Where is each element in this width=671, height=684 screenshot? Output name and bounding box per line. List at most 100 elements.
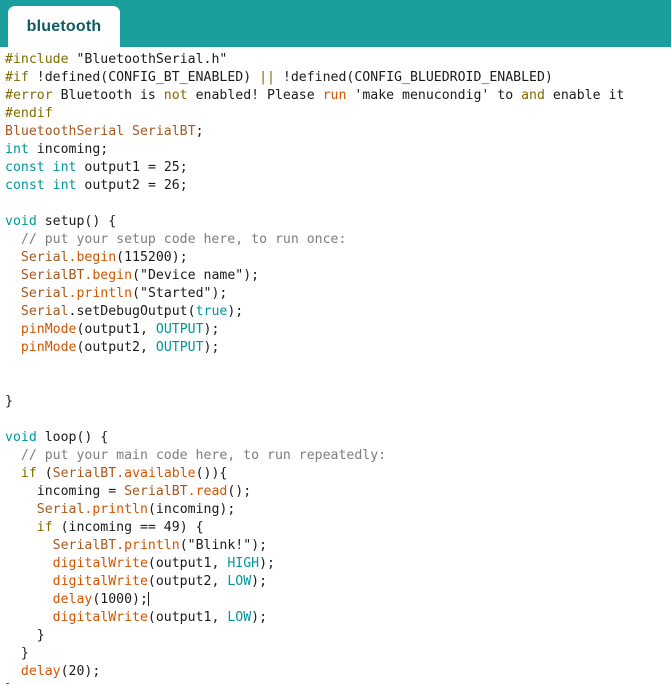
- code-line[interactable]: if (incoming == 49) {: [5, 519, 671, 537]
- code-line[interactable]: pinMode(output2, OUTPUT);: [5, 339, 671, 357]
- code-line[interactable]: BluetoothSerial SerialBT;: [5, 123, 671, 141]
- code-token-type: const: [5, 178, 45, 193]
- code-line[interactable]: [5, 375, 671, 393]
- code-line[interactable]: }: [5, 645, 671, 663]
- code-token-plain: !defined(CONFIG_BT_ENABLED): [28, 70, 260, 85]
- code-line[interactable]: delay(1000);: [5, 591, 671, 609]
- code-line[interactable]: void loop() {: [5, 429, 671, 447]
- code-token-plain: (: [132, 268, 141, 283]
- code-line[interactable]: SerialBT.println("Blink!");: [5, 537, 671, 555]
- code-line[interactable]: // put your setup code here, to run once…: [5, 231, 671, 249]
- code-line[interactable]: }: [5, 627, 671, 645]
- code-token-str: "Device name": [140, 268, 244, 283]
- code-token-plain: incoming;: [28, 142, 109, 157]
- code-line[interactable]: delay(20);: [5, 663, 671, 681]
- code-token-type: OUTPUT: [155, 322, 204, 337]
- tab-bluetooth[interactable]: bluetooth: [8, 6, 120, 47]
- code-token-type: OUTPUT: [155, 340, 204, 355]
- code-token-kw: ||: [259, 70, 275, 85]
- code-token-plain: !defined(CONFIG_BLUEDROID_ENABLED): [274, 70, 553, 85]
- code-token-plain: );: [251, 574, 268, 589]
- code-line[interactable]: #if !defined(CONFIG_BT_ENABLED) || !defi…: [5, 69, 671, 87]
- code-line[interactable]: #endif: [5, 105, 671, 123]
- code-token-plain: );: [243, 268, 260, 283]
- code-line[interactable]: int incoming;: [5, 141, 671, 159]
- code-token-plain: (115200);: [116, 250, 188, 265]
- code-token-type: HIGH: [227, 556, 260, 571]
- code-line[interactable]: [5, 195, 671, 213]
- code-token-fn: delay: [52, 592, 93, 607]
- code-line[interactable]: SerialBT.begin("Device name");: [5, 267, 671, 285]
- code-line[interactable]: [5, 357, 671, 375]
- code-token-fn: digitalWrite: [52, 610, 148, 625]
- code-line[interactable]: // put your main code here, to run repea…: [5, 447, 671, 465]
- code-token-obj: SerialBT: [52, 466, 117, 481]
- code-line[interactable]: [5, 411, 671, 429]
- code-line[interactable]: }: [5, 393, 671, 411]
- code-token-plain: (: [132, 286, 141, 301]
- code-token-type: LOW: [227, 574, 252, 589]
- code-token-fn: delay: [20, 664, 61, 679]
- code-line[interactable]: Serial.println(incoming);: [5, 501, 671, 519]
- code-token-plain: (output1,: [147, 610, 228, 625]
- text-cursor: [147, 592, 149, 606]
- code-token-fn: pinMode: [20, 340, 77, 355]
- code-token-plain: }: [5, 646, 29, 661]
- code-line[interactable]: digitalWrite(output2, LOW);: [5, 573, 671, 591]
- code-token-type: const: [5, 160, 45, 175]
- code-token-fn: .begin: [84, 268, 133, 283]
- code-token-obj: Serial: [20, 286, 69, 301]
- code-line[interactable]: const int output1 = 25;: [5, 159, 671, 177]
- code-token-plain: output2 = 26;: [76, 178, 188, 193]
- code-token-kw: if: [20, 466, 37, 481]
- code-line[interactable]: incoming = SerialBT.read();: [5, 483, 671, 501]
- code-content[interactable]: #include "BluetoothSerial.h" #if !defined…: [0, 51, 671, 684]
- code-line[interactable]: pinMode(output1, OUTPUT);: [5, 321, 671, 339]
- code-line[interactable]: Serial.println("Started");: [5, 285, 671, 303]
- code-line[interactable]: digitalWrite(output1, HIGH);: [5, 555, 671, 573]
- code-line[interactable]: if (SerialBT.available()){: [5, 465, 671, 483]
- code-token-type: int: [52, 178, 77, 193]
- code-token-pre: #endif: [5, 106, 53, 121]
- code-line[interactable]: digitalWrite(output1, LOW);: [5, 609, 671, 627]
- code-token-plain: (: [36, 466, 53, 481]
- code-token-plain: }: [5, 628, 45, 643]
- code-token-plain: (output1,: [147, 556, 228, 571]
- code-line[interactable]: void setup() {: [5, 213, 671, 231]
- code-token-obj: Serial: [20, 250, 69, 265]
- code-token-str: "Blink!": [187, 538, 252, 553]
- code-line[interactable]: const int output2 = 26;: [5, 177, 671, 195]
- code-token-type: int: [52, 160, 77, 175]
- code-token-kw: not: [163, 88, 188, 103]
- code-token-plain: .setDebugOutput(: [68, 304, 196, 319]
- code-token-pre: #if: [5, 70, 29, 85]
- code-token-cmt: // put your main code here, to run repea…: [5, 448, 387, 463]
- code-token-plain: (incoming == 49) {: [52, 520, 204, 535]
- code-token-fn: .println: [116, 538, 180, 553]
- code-line[interactable]: Serial.setDebugOutput(true);: [5, 303, 671, 321]
- code-line[interactable]: #error Bluetooth is not enabled! Please …: [5, 87, 671, 105]
- code-token-plain: ()){: [195, 466, 228, 481]
- code-token-type: true: [195, 304, 228, 319]
- code-line[interactable]: #include "BluetoothSerial.h": [5, 51, 671, 69]
- code-token-fn: digitalWrite: [52, 574, 148, 589]
- code-editor[interactable]: #include "BluetoothSerial.h" #if !defined…: [0, 47, 671, 684]
- code-token-fn: .begin: [68, 250, 117, 265]
- code-token-obj: SerialBT: [20, 268, 85, 283]
- code-token-plain: }: [5, 394, 13, 409]
- code-token-plain: (incoming);: [147, 502, 236, 517]
- code-token-str: "BluetoothSerial.h": [76, 52, 228, 67]
- code-token-fn: .read: [187, 484, 228, 499]
- code-line[interactable]: Serial.begin(115200);: [5, 249, 671, 267]
- code-token-plain: );: [211, 286, 228, 301]
